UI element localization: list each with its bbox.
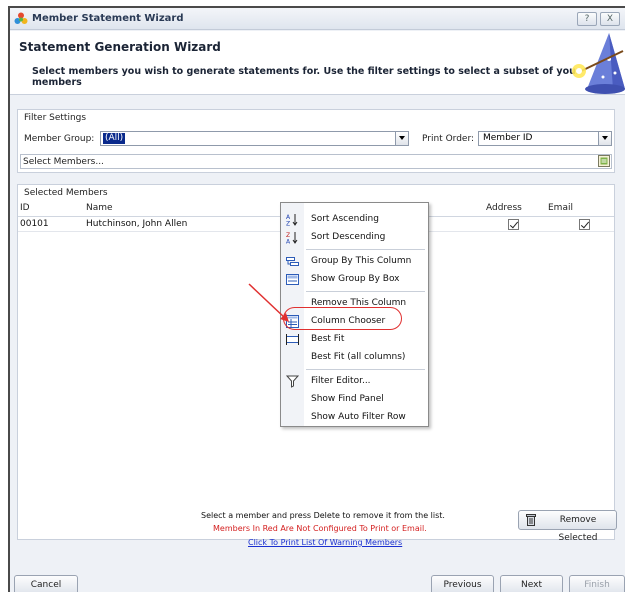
annotation-highlight-oval <box>283 307 402 330</box>
annotation-arrow <box>248 283 289 322</box>
